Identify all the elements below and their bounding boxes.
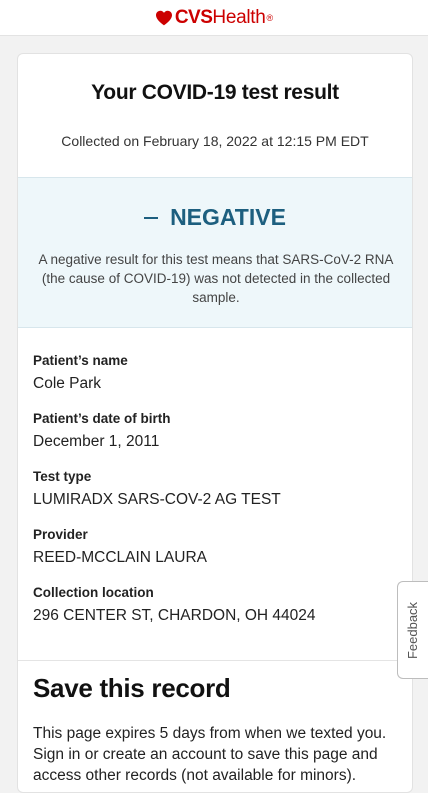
result-status-text: NEGATIVE [170, 204, 286, 230]
save-record-text: This page expires 5 days from when we te… [33, 725, 387, 784]
result-panel: NEGATIVE A negative result for this test… [18, 177, 412, 328]
collection-location-label: Collection location [33, 585, 154, 600]
cvs-health-logo[interactable]: CVS Health ® [155, 7, 273, 29]
logo-trademark: ® [266, 12, 274, 23]
test-type-value: LUMIRADX SARS-COV-2 AG TEST [33, 491, 281, 508]
feedback-label: Feedback [405, 601, 421, 659]
test-result-card: Your COVID-19 test result Collected on F… [17, 53, 413, 793]
patient-name-label: Patient’s name [33, 353, 128, 368]
minus-icon [144, 216, 159, 219]
heart-icon [155, 10, 172, 25]
save-record-heading: Save this record [33, 673, 231, 703]
logo-text-health: Health [212, 6, 266, 28]
logo-text-cvs: CVS [174, 6, 213, 28]
test-type-label: Test type [33, 469, 92, 484]
top-header: CVS Health ® [0, 0, 428, 36]
provider-value: REED-MCCLAIN LAURA [33, 549, 207, 566]
feedback-tab[interactable]: Feedback [397, 581, 428, 679]
patient-name-value: Cole Park [33, 375, 102, 392]
patient-dob-value: December 1, 2011 [33, 433, 160, 450]
provider-label: Provider [33, 527, 88, 542]
collected-date: Collected on February 18, 2022 at 12:15 … [61, 133, 369, 149]
collection-location-value: 296 CENTER ST, CHARDON, OH 44024 [33, 607, 316, 624]
result-description: A negative result for this test means th… [38, 252, 394, 305]
page-title: Your COVID-19 test result [91, 81, 339, 104]
patient-dob-label: Patient’s date of birth [33, 411, 171, 426]
result-status: NEGATIVE [18, 204, 412, 231]
section-divider [18, 660, 412, 661]
